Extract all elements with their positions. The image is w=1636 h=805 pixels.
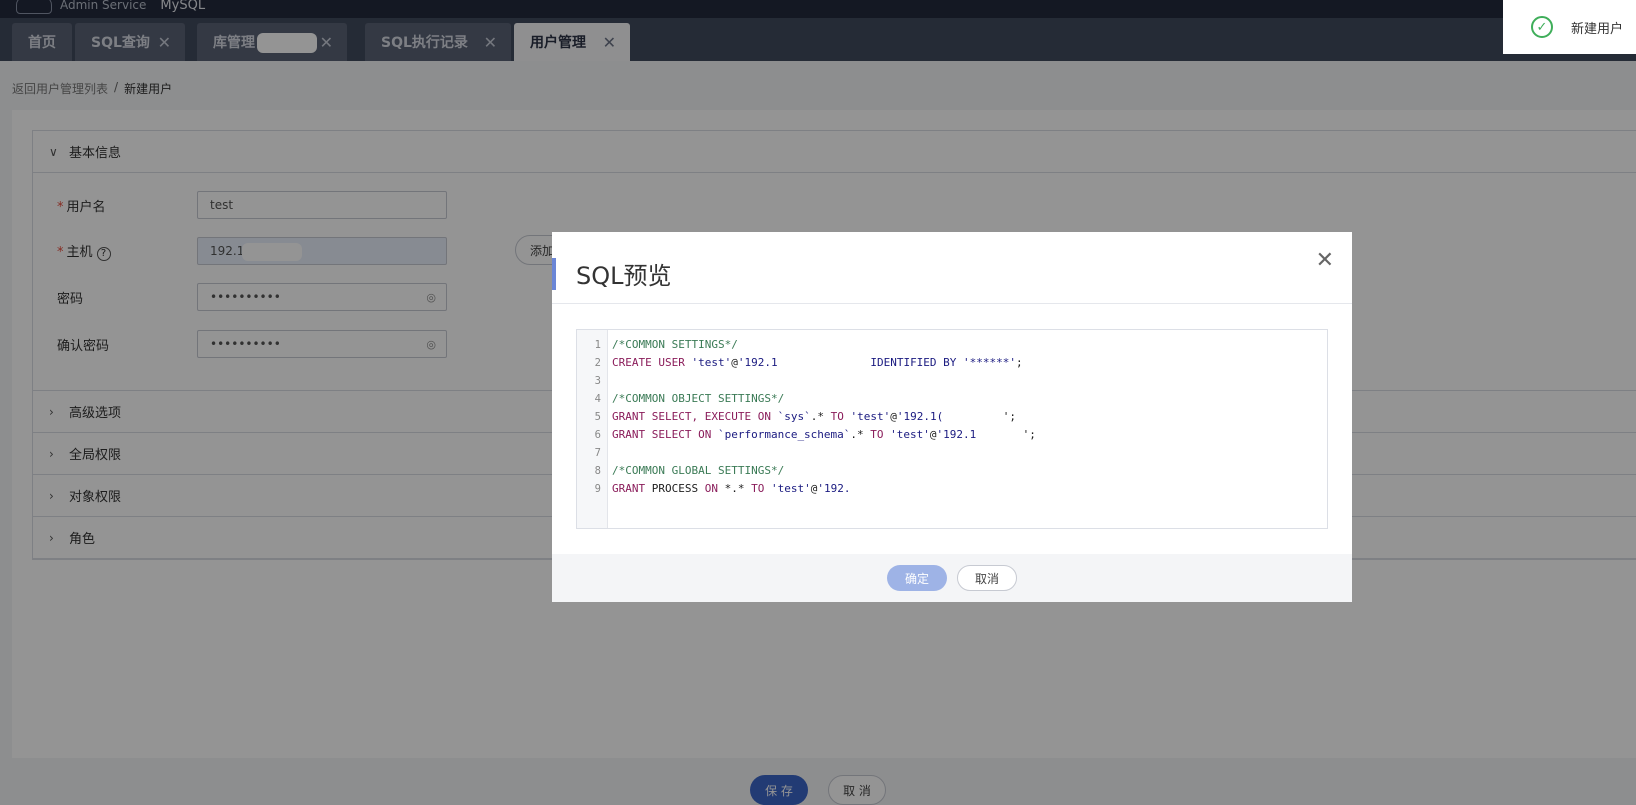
line-number: 4 — [594, 393, 601, 405]
code-token: `performance_schema` — [717, 428, 851, 441]
code-token: GRANT — [612, 482, 652, 495]
code-token: 'test' — [850, 410, 891, 423]
line-number: 3 — [594, 375, 601, 387]
sql-preview-dialog: SQL预览 ✕ 1 2 3 4 5 6 7 8 9 /*COMMON SETTINGS*/ CRE… — [552, 232, 1352, 602]
toast-text: 新建用户 — [1571, 21, 1624, 37]
code-token: @ — [731, 356, 738, 369]
line-number: 9 — [594, 483, 601, 495]
line-number: 1 — [594, 339, 601, 351]
code-token: .* — [850, 428, 871, 441]
code-token: ; — [1016, 356, 1023, 369]
sql-code-editor[interactable]: 1 2 3 4 5 6 7 8 9 /*COMMON SETTINGS*/ CREATE USER… — [576, 329, 1328, 529]
success-toast: ✓ 新建用户 — [1503, 0, 1636, 54]
code-line: /*COMMON SETTINGS*/ — [612, 336, 1036, 354]
code-line: GRANT PROCESS ON *.* TO 'test'@'192. — [612, 480, 1036, 498]
line-number: 5 — [594, 411, 601, 423]
dialog-title: SQL预览 — [576, 262, 672, 290]
line-number: 2 — [594, 357, 601, 369]
dialog-cancel-button[interactable]: 取消 — [957, 565, 1017, 591]
code-token: 'test' — [890, 428, 930, 441]
code-token: TO — [870, 428, 891, 441]
code-token: ON — [704, 482, 725, 495]
code-line: /*COMMON GLOBAL SETTINGS*/ — [612, 462, 1036, 480]
code-token: GRANT SELECT ON — [612, 428, 718, 441]
check-circle-icon: ✓ — [1531, 16, 1553, 38]
code-token: .* — [810, 410, 831, 423]
title-accent — [552, 258, 556, 290]
code-token: 'test' — [770, 482, 811, 495]
code-token: *.* — [724, 482, 752, 495]
line-number: 8 — [594, 465, 601, 477]
code-token: /*COMMON OBJECT SETTINGS*/ — [612, 392, 785, 405]
code-token: '; — [1002, 410, 1017, 423]
code-token: GRANT SELECT, EXECUTE ON — [612, 410, 778, 423]
sql-code-content: /*COMMON SETTINGS*/CREATE USER 'test'@'1… — [608, 330, 1036, 528]
dialog-header: SQL预览 ✕ — [552, 232, 1352, 304]
code-token: '192. — [817, 482, 851, 495]
code-token: `sys` — [777, 410, 811, 423]
code-token: '******' — [963, 356, 1017, 369]
close-icon[interactable]: ✕ — [1316, 248, 1334, 273]
code-token: TO — [751, 482, 771, 495]
code-token: CREATE USER — [612, 356, 692, 369]
code-token: '192.1( — [896, 410, 944, 423]
confirm-button[interactable]: 确定 — [887, 565, 947, 591]
code-token: @ — [929, 428, 937, 441]
code-token: /*COMMON GLOBAL SETTINGS*/ — [612, 464, 785, 477]
code-token: @ — [890, 410, 897, 423]
code-token: TO — [830, 410, 851, 423]
code-token: '192.1 — [737, 356, 778, 369]
code-token: '192.1 — [936, 428, 977, 441]
code-line: /*COMMON OBJECT SETTINGS*/ — [612, 390, 1036, 408]
dialog-footer: 确定 取消 — [552, 554, 1352, 602]
code-line: CREATE USER 'test'@'192.1 IDENTIFIED BY … — [612, 354, 1036, 372]
code-token: '; — [1022, 428, 1036, 441]
code-token: PROCESS — [651, 482, 705, 495]
line-number: 7 — [594, 447, 601, 459]
code-line: GRANT SELECT, EXECUTE ON `sys`.* TO 'tes… — [612, 408, 1036, 426]
line-number-gutter: 1 2 3 4 5 6 7 8 9 — [577, 330, 608, 528]
line-number: 6 — [594, 429, 601, 441]
code-token: 'test' — [691, 356, 732, 369]
code-token: /*COMMON SETTINGS*/ — [612, 338, 738, 351]
code-token: IDENTIFIED BY — [870, 356, 964, 369]
code-line: GRANT SELECT ON `performance_schema`.* T… — [612, 426, 1036, 444]
